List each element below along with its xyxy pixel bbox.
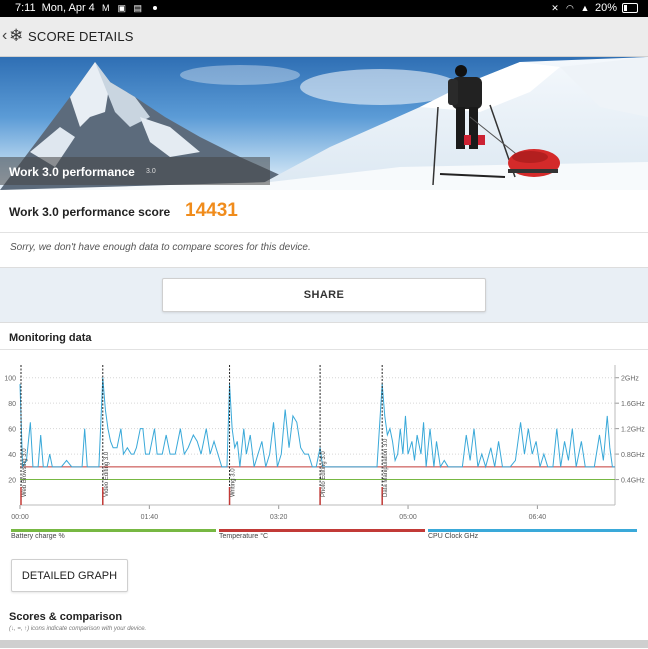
score-card — [0, 190, 648, 268]
scores-comparison-hint: (↓, =, ↑) icons indicate comparison with… — [9, 626, 147, 632]
y-right-tick-label: 0.8GHz — [621, 452, 645, 459]
legend-label-2: CPU Clock GHz — [428, 533, 479, 540]
score-value: 14431 — [185, 200, 238, 221]
legend-bar-1 — [219, 529, 425, 532]
score-label: Work 3.0 performance score — [9, 205, 171, 219]
status-bar: 7:11 Mon, Apr 4 M ▣ ▤ ✕ ◠ ▲ 20% — [0, 0, 648, 17]
segment-label: Data Manipulation 3.0 — [383, 438, 389, 497]
segment-label: Web Browsing 3.0 — [22, 448, 28, 497]
back-arrow-icon[interactable]: ‹ — [2, 27, 7, 45]
segment-label: Video Editing 3.0 — [104, 451, 110, 497]
y-left-tick-label: 80 — [8, 401, 16, 408]
legend-bar-0 — [11, 529, 216, 532]
x-tick-label: 03:20 — [270, 514, 288, 521]
battery-percent: 20% — [594, 2, 617, 14]
wifi-icon: ◠ — [566, 2, 574, 13]
benchmark-name: Work 3.0 performance — [9, 165, 135, 179]
segment-label: Writing 3.0 — [231, 468, 237, 497]
y-left-tick-label: 60 — [8, 427, 16, 434]
legend-bar-2 — [428, 529, 637, 532]
y-right-tick-label: 1.2GHz — [621, 427, 645, 434]
monitoring-title: Monitoring data — [9, 332, 92, 344]
page-title: SCORE DETAILS — [28, 29, 134, 44]
segment-label: Photo Editing 3.0 — [321, 451, 327, 497]
scores-comparison-title: Scores & comparison — [9, 611, 123, 623]
comparison-message: Sorry, we don't have enough data to comp… — [10, 242, 311, 253]
gmail-icon: M — [102, 2, 110, 13]
app-bar: ‹ ❄ SCORE DETAILS — [0, 17, 648, 57]
signal-icon: ▲ — [580, 2, 590, 13]
bottom-strip — [0, 640, 648, 648]
legend-label-1: Temperature °C — [219, 533, 269, 540]
y-right-tick-label: 2GHz — [621, 376, 639, 383]
share-button[interactable]: SHARE — [162, 278, 486, 312]
notification-dot-icon — [152, 6, 157, 10]
x-tick-label: 06:40 — [529, 514, 547, 521]
monitoring-chart: 20 40 60 80 100 0.4GHz 0.8GHz 1.2GHz 1.6GHz 2GHz 0… — [4, 365, 645, 521]
y-left-tick-label: 40 — [8, 452, 16, 459]
contact-icon: ▤ — [133, 2, 143, 13]
benchmark-version: 3.0 — [146, 168, 156, 175]
monitoring-divider — [0, 349, 648, 350]
mute-icon: ✕ — [551, 2, 559, 13]
score-divider — [0, 232, 648, 233]
snowflake-icon: ❄ — [9, 26, 24, 45]
battery-icon — [622, 3, 638, 13]
legend-label-0: Battery charge % — [11, 533, 65, 540]
status-time: 7:11 — [15, 2, 36, 14]
x-tick-label: 00:00 — [11, 514, 29, 521]
y-left-tick-label: 20 — [8, 478, 16, 485]
y-right-tick-label: 1.6GHz — [621, 401, 645, 408]
x-tick-label: 01:40 — [141, 514, 159, 521]
y-left-tick-label: 100 — [4, 376, 16, 383]
x-tick-label: 05:00 — [399, 514, 417, 521]
y-right-tick-label: 0.4GHz — [621, 478, 645, 485]
detailed-graph-button[interactable]: DETAILED GRAPH — [11, 559, 128, 592]
status-date: Mon, Apr 4 — [41, 2, 95, 14]
image-icon: ▣ — [117, 2, 127, 13]
